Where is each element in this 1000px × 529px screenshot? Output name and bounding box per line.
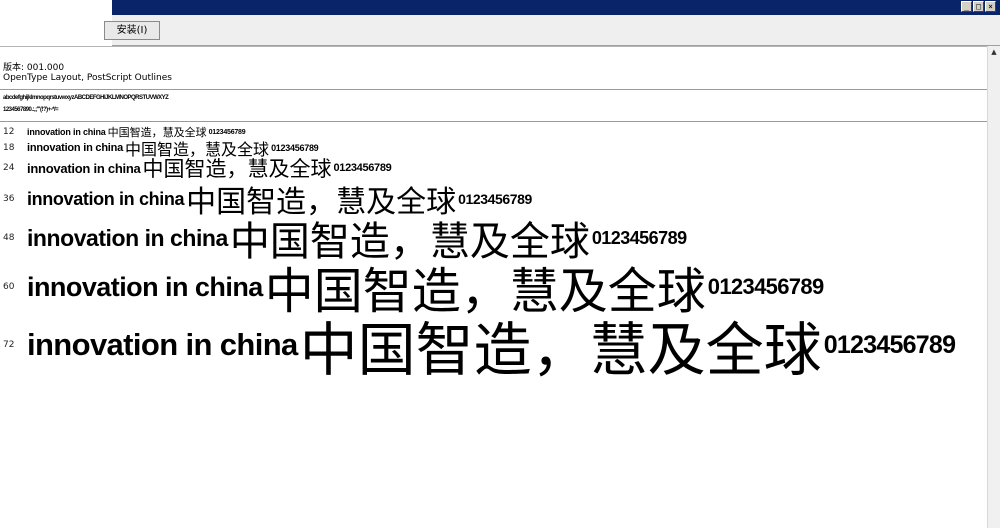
sample-digits: 0123456789 <box>707 274 824 299</box>
sample-latin: innovation in china <box>27 188 185 209</box>
divider <box>0 89 988 90</box>
size-label: 12 <box>3 127 15 137</box>
toolbar: 安装(I) <box>104 15 1000 46</box>
size-label: 72 <box>3 340 15 350</box>
vertical-scrollbar[interactable]: ▲ <box>987 46 1000 528</box>
charset-symbols: 1234567890.:,;'"(!?)+-*/= <box>3 107 59 113</box>
scroll-up-arrow-icon[interactable]: ▲ <box>988 46 1000 58</box>
sample-latin: innovation in china <box>27 142 124 154</box>
sample-digits: 0123456789 <box>271 143 319 153</box>
minimize-button[interactable]: _ <box>961 1 972 12</box>
size-label: 48 <box>3 233 15 243</box>
sample-digits: 0123456789 <box>591 227 687 248</box>
sample-latin: innovation in china <box>27 160 141 176</box>
font-format: OpenType Layout, PostScript Outlines <box>3 73 172 83</box>
size-label: 24 <box>3 163 15 173</box>
sample-digits: 0123456789 <box>458 191 532 207</box>
desktop-background <box>0 0 112 47</box>
charset-letters: abcdefghijklmnopqrstuvwxyzABCDEFGHIJKLMN… <box>3 95 169 101</box>
size-label: 60 <box>3 282 15 292</box>
sample-digits: 0123456789 <box>823 330 956 359</box>
install-button[interactable]: 安装(I) <box>104 21 160 40</box>
sample-latin: innovation in china <box>27 224 228 251</box>
window-controls: _ □ × <box>961 1 996 12</box>
title-bar[interactable]: _ □ × <box>112 0 1000 15</box>
sample-digits: 0123456789 <box>333 162 392 174</box>
sample-row-72: 72 innovation in china 中国智造，慧及全球 0123456… <box>0 309 956 384</box>
font-preview-area: 版本: 001.000 OpenType Layout, PostScript … <box>0 46 988 529</box>
maximize-button[interactable]: □ <box>973 1 984 12</box>
size-label: 36 <box>3 194 15 204</box>
divider <box>0 121 988 122</box>
sample-latin: innovation in china <box>27 271 263 302</box>
sample-cjk: 中国智造，慧及全球 <box>299 316 822 384</box>
size-label: 18 <box>3 143 15 153</box>
font-version: 版本: 001.000 <box>3 63 65 73</box>
close-button[interactable]: × <box>985 1 996 12</box>
sample-latin: innovation in china <box>27 327 298 362</box>
sample-latin: innovation in china <box>27 127 106 137</box>
sample-digits: 0123456789 <box>208 128 246 136</box>
